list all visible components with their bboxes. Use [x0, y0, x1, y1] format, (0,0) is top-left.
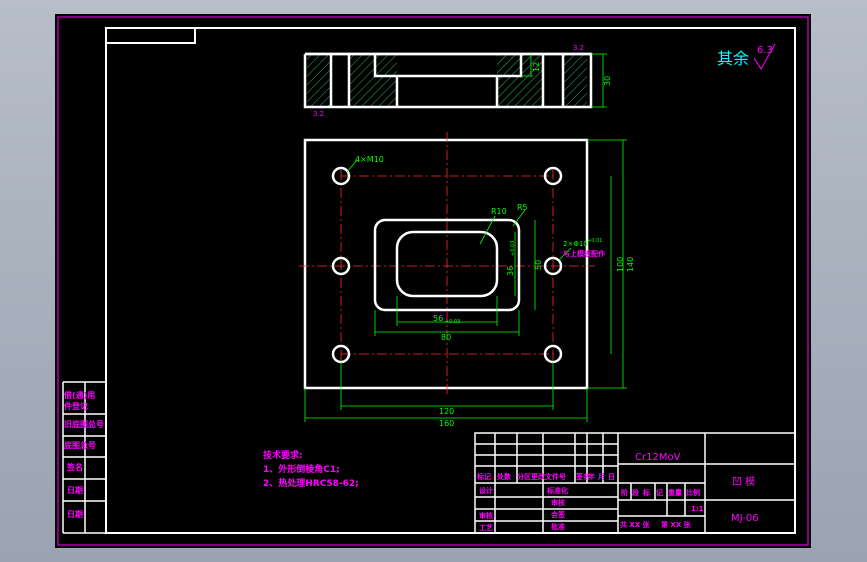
tb-h-5: 年	[588, 472, 595, 481]
drawing-sheet: 借(通)用 件登记 旧底图总号 底图总号 签名 日期 日期 其余 6.3 30 …	[55, 14, 811, 548]
section-view: 30 12 3.2 3.2	[303, 44, 612, 118]
top-roughness: 3.2	[573, 44, 584, 52]
strip-label-2: 件登记	[64, 401, 88, 411]
tech-item-1: 1、外形倒棱角C1;	[263, 463, 340, 475]
strip-label-6: 日期	[67, 485, 83, 495]
tb-mid-0: 标准化	[546, 486, 568, 495]
dim-160: 160	[439, 419, 454, 428]
tb-left-0: 设计	[479, 486, 493, 495]
dim-100: 100	[616, 257, 625, 272]
dim-36: 36	[506, 266, 515, 276]
strip-label-3: 旧底图总号	[64, 419, 104, 429]
tb-r-5: 比例	[686, 488, 700, 497]
tb-h-1: 处数	[496, 472, 512, 481]
plan-view: 120 160 80 56 +0.03 4×M10 R10 R5 2×Φ10 +…	[299, 132, 635, 428]
bottom-roughness: 3.2	[313, 110, 324, 118]
corner-box	[106, 28, 196, 44]
roughness-note: 其余	[717, 49, 749, 68]
tb-drawing-no: MJ-06	[731, 513, 759, 524]
tb-r-1: 段	[632, 488, 639, 497]
inner-frame	[105, 27, 796, 534]
dim-r5: R5	[517, 203, 528, 212]
dim-pins-tol: +0.01	[587, 238, 602, 244]
hatch-1	[307, 54, 331, 106]
tb-scale: 1:1	[691, 505, 704, 513]
dim-56: 56	[433, 314, 443, 323]
tb-r-0: 阶	[621, 488, 629, 497]
hatch-4	[563, 54, 587, 106]
tb-left-2: 工艺	[479, 523, 493, 532]
tb-h-0: 标记	[476, 472, 491, 481]
strip-label-5: 签名	[66, 462, 83, 472]
tb-mid-2: 会签	[551, 510, 566, 519]
dim-50: 50	[534, 260, 543, 270]
roughness-value: 6.3	[757, 45, 773, 56]
tb-r-2: 标	[642, 488, 650, 497]
dim-80: 80	[441, 333, 451, 342]
tb-h-7: 日	[608, 473, 615, 481]
tb-sheet-no: 第 XX 张	[661, 520, 692, 529]
pin-note: 与上模板配作	[563, 249, 605, 258]
tb-left-1: 审核	[479, 511, 493, 520]
tb-part-name: 凹 模	[732, 476, 755, 488]
dim-pins: 2×Φ10	[563, 240, 588, 248]
tb-h-2: 分区	[517, 472, 531, 481]
dim-12: 12	[532, 62, 541, 72]
tech-heading: 技术要求:	[263, 449, 303, 461]
tb-h-6: 月	[597, 473, 605, 481]
tb-material: Cr12MoV	[635, 452, 681, 463]
tb-mid-1: 审核	[551, 498, 565, 507]
tb-h-3: 更改文件号	[531, 472, 566, 481]
dim-30: 30	[603, 76, 612, 86]
strip-label-4: 底图总号	[63, 440, 96, 450]
tb-r-4: 重量	[668, 488, 682, 497]
dim-36-tol: +0.03	[510, 241, 516, 256]
dim-120: 120	[439, 407, 454, 416]
outer-border	[57, 16, 809, 546]
dim-56-tol: +0.03	[445, 319, 460, 325]
dim-r10: R10	[491, 207, 507, 216]
dim-holes: 4×M10	[355, 155, 384, 164]
tb-sheets-total: 共 XX 张	[620, 520, 651, 529]
hatch-2	[349, 54, 397, 106]
tb-r-3: 记	[656, 488, 663, 497]
tb-mid-3: 批准	[551, 522, 565, 531]
cad-drawing: 借(通)用 件登记 旧底图总号 底图总号 签名 日期 日期 其余 6.3 30 …	[57, 16, 809, 546]
dim-140: 140	[626, 257, 635, 272]
strip-label-7: 日期	[67, 509, 83, 519]
tech-item-2: 2、热处理HRC58-62;	[263, 477, 359, 489]
strip-label-1: 借(通)用	[63, 390, 95, 400]
